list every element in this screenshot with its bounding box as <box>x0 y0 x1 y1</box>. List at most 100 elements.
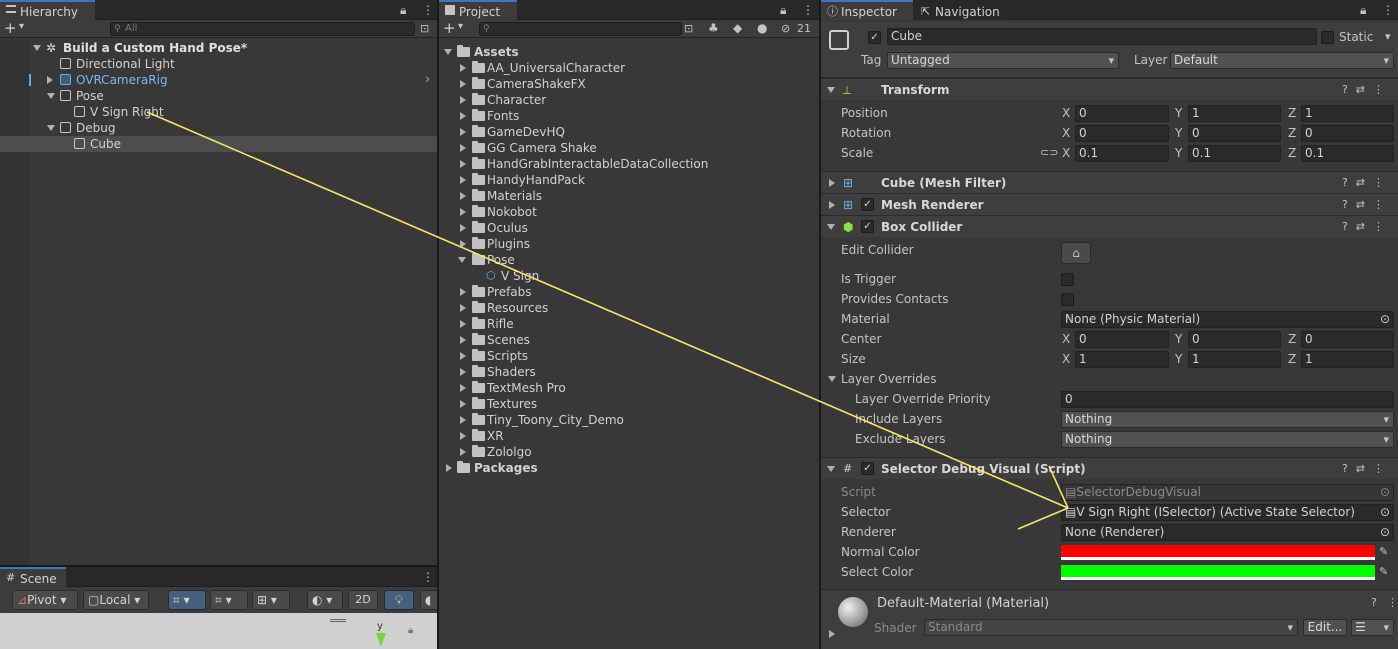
expand-arrow-icon[interactable] <box>460 448 466 456</box>
mesh-filter-header[interactable]: ⊞ Cube (Mesh Filter) ?⇄⋮ <box>821 171 1398 193</box>
search-by-type-icon[interactable]: ⊡ <box>684 22 693 35</box>
expand-arrow-icon[interactable] <box>47 125 55 131</box>
static-checkbox[interactable] <box>1321 31 1334 44</box>
filter-type-icon[interactable]: ♣ <box>708 21 719 35</box>
enabled-checkbox[interactable]: ✓ <box>861 198 874 211</box>
chevron-down-icon[interactable]: ▾ <box>458 21 463 32</box>
include-layers-dropdown[interactable]: Nothing <box>1061 411 1394 428</box>
expand-arrow-icon[interactable] <box>460 112 466 120</box>
priority-field[interactable]: 0 <box>1061 391 1394 408</box>
audio-toggle[interactable]: ◖ <box>420 590 437 610</box>
project-folder-camerashakefx[interactable]: CameraShakeFX <box>439 76 819 92</box>
is-trigger-checkbox[interactable] <box>1061 273 1074 286</box>
expand-arrow-icon[interactable] <box>460 432 466 440</box>
hierarchy-item-debug[interactable]: Debug <box>0 120 437 136</box>
material-field[interactable]: None (Physic Material) ⊙ <box>1061 311 1394 328</box>
expand-arrow-icon[interactable] <box>460 176 466 184</box>
scene-lock-icon[interactable]: 🔒︎ <box>408 625 413 636</box>
select-color-swatch[interactable] <box>1061 565 1375 580</box>
grid-snap-toggle[interactable]: ⌗ ▾ <box>168 590 206 610</box>
provides-contacts-checkbox[interactable] <box>1061 293 1074 306</box>
project-folder-shaders[interactable]: Shaders <box>439 364 819 380</box>
hierarchy-item-cube[interactable]: Cube <box>0 136 437 152</box>
renderer-field[interactable]: None (Renderer) ⊙ <box>1061 524 1394 541</box>
object-picker-icon[interactable]: ⊙ <box>1380 525 1390 540</box>
chevron-down-icon[interactable]: ▾ <box>1385 30 1391 43</box>
eyedropper-icon[interactable]: ✎ <box>1379 562 1388 582</box>
expand-arrow-icon[interactable] <box>460 384 466 392</box>
object-name-field[interactable]: Cube <box>887 28 1317 45</box>
expand-arrow-icon[interactable] <box>444 49 452 55</box>
size-y-field[interactable]: 1 <box>1188 351 1281 368</box>
tab-project[interactable]: Project <box>439 0 517 20</box>
expand-arrow-icon[interactable] <box>460 208 466 216</box>
project-folder-handgrabinteractabledatacollection[interactable]: HandGrabInteractableDataCollection <box>439 156 819 172</box>
project-folder-pose[interactable]: Pose <box>439 252 819 268</box>
expand-arrow-icon[interactable] <box>47 93 55 99</box>
expand-arrow-icon[interactable] <box>460 400 466 408</box>
project-folder-textmesh-pro[interactable]: TextMesh Pro <box>439 380 819 396</box>
selector-debug-header[interactable]: # ✓ Selector Debug Visual (Script) ?⇄⋮ <box>821 457 1398 479</box>
component-tools[interactable]: ?⇄⋮ <box>1342 79 1392 101</box>
project-search-input[interactable]: ⚲ <box>479 22 682 36</box>
lock-icon[interactable]: 🔒︎ <box>1360 0 1366 20</box>
project-folder-nokobot[interactable]: Nokobot <box>439 204 819 220</box>
rotation-z-field[interactable]: 0 <box>1301 125 1394 142</box>
hierarchy-item-directional-light[interactable]: Directional Light <box>0 56 437 72</box>
component-tools[interactable]: ?⇄⋮ <box>1342 172 1392 194</box>
expand-arrow-icon[interactable] <box>460 80 466 88</box>
hierarchy-item-ovrcamerarig[interactable]: OVRCameraRig › <box>0 72 437 88</box>
project-folder-scripts[interactable]: Scripts <box>439 348 819 364</box>
shader-options-dropdown[interactable]: ☰ <box>1351 619 1394 636</box>
expand-arrow-icon[interactable] <box>47 76 53 84</box>
axis-gizmo-y-icon[interactable] <box>376 633 386 647</box>
hierarchy-item-scene[interactable]: ✲ Build a Custom Hand Pose* <box>0 40 437 56</box>
expand-arrow-icon[interactable] <box>460 192 466 200</box>
mesh-renderer-header[interactable]: ⊞ ✓ Mesh Renderer ?⇄⋮ <box>821 193 1398 215</box>
expand-arrow-icon[interactable] <box>33 45 41 51</box>
expand-arrow-icon[interactable] <box>460 96 466 104</box>
project-folder-aa-universalcharacter[interactable]: AA_UniversalCharacter <box>439 60 819 76</box>
more-menu-icon[interactable]: ⋮ <box>422 567 434 587</box>
project-folder-rifle[interactable]: Rifle <box>439 316 819 332</box>
project-folder-assets[interactable]: Assets <box>439 44 819 60</box>
hierarchy-item-v-sign-right[interactable]: V Sign Right <box>0 104 437 120</box>
project-folder-oculus[interactable]: Oculus <box>439 220 819 236</box>
foldout-arrow-icon[interactable] <box>829 201 835 209</box>
expand-arrow-icon[interactable] <box>460 144 466 152</box>
foldout-arrow-icon[interactable] <box>827 87 835 93</box>
more-menu-icon[interactable]: ⋮ <box>422 0 434 20</box>
center-z-field[interactable]: 0 <box>1301 331 1394 348</box>
tab-hierarchy[interactable]: Hierarchy <box>0 0 95 20</box>
chevron-down-icon[interactable]: ▾ <box>19 21 24 32</box>
component-tools[interactable]: ?⇄⋮ <box>1342 458 1392 480</box>
rotation-x-field[interactable]: 0 <box>1075 125 1169 142</box>
expand-arrow-icon[interactable] <box>458 257 466 263</box>
lock-icon[interactable]: 🔒︎ <box>780 0 786 20</box>
project-folder-packages[interactable]: Packages <box>439 460 819 476</box>
tag-dropdown[interactable]: Untagged <box>887 52 1119 69</box>
scene-viewport[interactable]: y 🔒︎ <box>0 613 437 649</box>
box-collider-header[interactable]: ⬢ ✓ Box Collider ?⇄⋮ <box>821 215 1398 237</box>
object-picker-icon[interactable]: ⊙ <box>1380 505 1390 520</box>
project-folder-xr[interactable]: XR <box>439 428 819 444</box>
layer-overrides-row[interactable]: Layer Overrides <box>821 369 1398 389</box>
center-y-field[interactable]: 0 <box>1188 331 1281 348</box>
foldout-arrow-icon[interactable] <box>827 224 835 230</box>
more-menu-icon[interactable]: ⋮ <box>1387 596 1398 609</box>
project-folder-materials[interactable]: Materials <box>439 188 819 204</box>
foldout-arrow-icon[interactable] <box>829 179 835 187</box>
scene-menu-handle[interactable] <box>330 619 346 622</box>
component-tools[interactable]: ?⇄⋮ <box>1342 194 1392 216</box>
project-folder-prefabs[interactable]: Prefabs <box>439 284 819 300</box>
expand-arrow-icon[interactable] <box>460 224 466 232</box>
local-dropdown[interactable]: ▢Local ▾ <box>83 590 149 610</box>
position-x-field[interactable]: 0 <box>1075 105 1169 122</box>
add-icon[interactable]: + <box>4 19 17 37</box>
add-icon[interactable]: + <box>443 19 456 37</box>
help-icon[interactable]: ? <box>1371 596 1377 609</box>
snap-increment-dropdown[interactable]: ⌗ ▾ <box>210 590 248 610</box>
layer-dropdown[interactable]: Default <box>1170 52 1394 69</box>
tab-scene[interactable]: # Scene <box>0 567 66 587</box>
center-x-field[interactable]: 0 <box>1075 331 1169 348</box>
